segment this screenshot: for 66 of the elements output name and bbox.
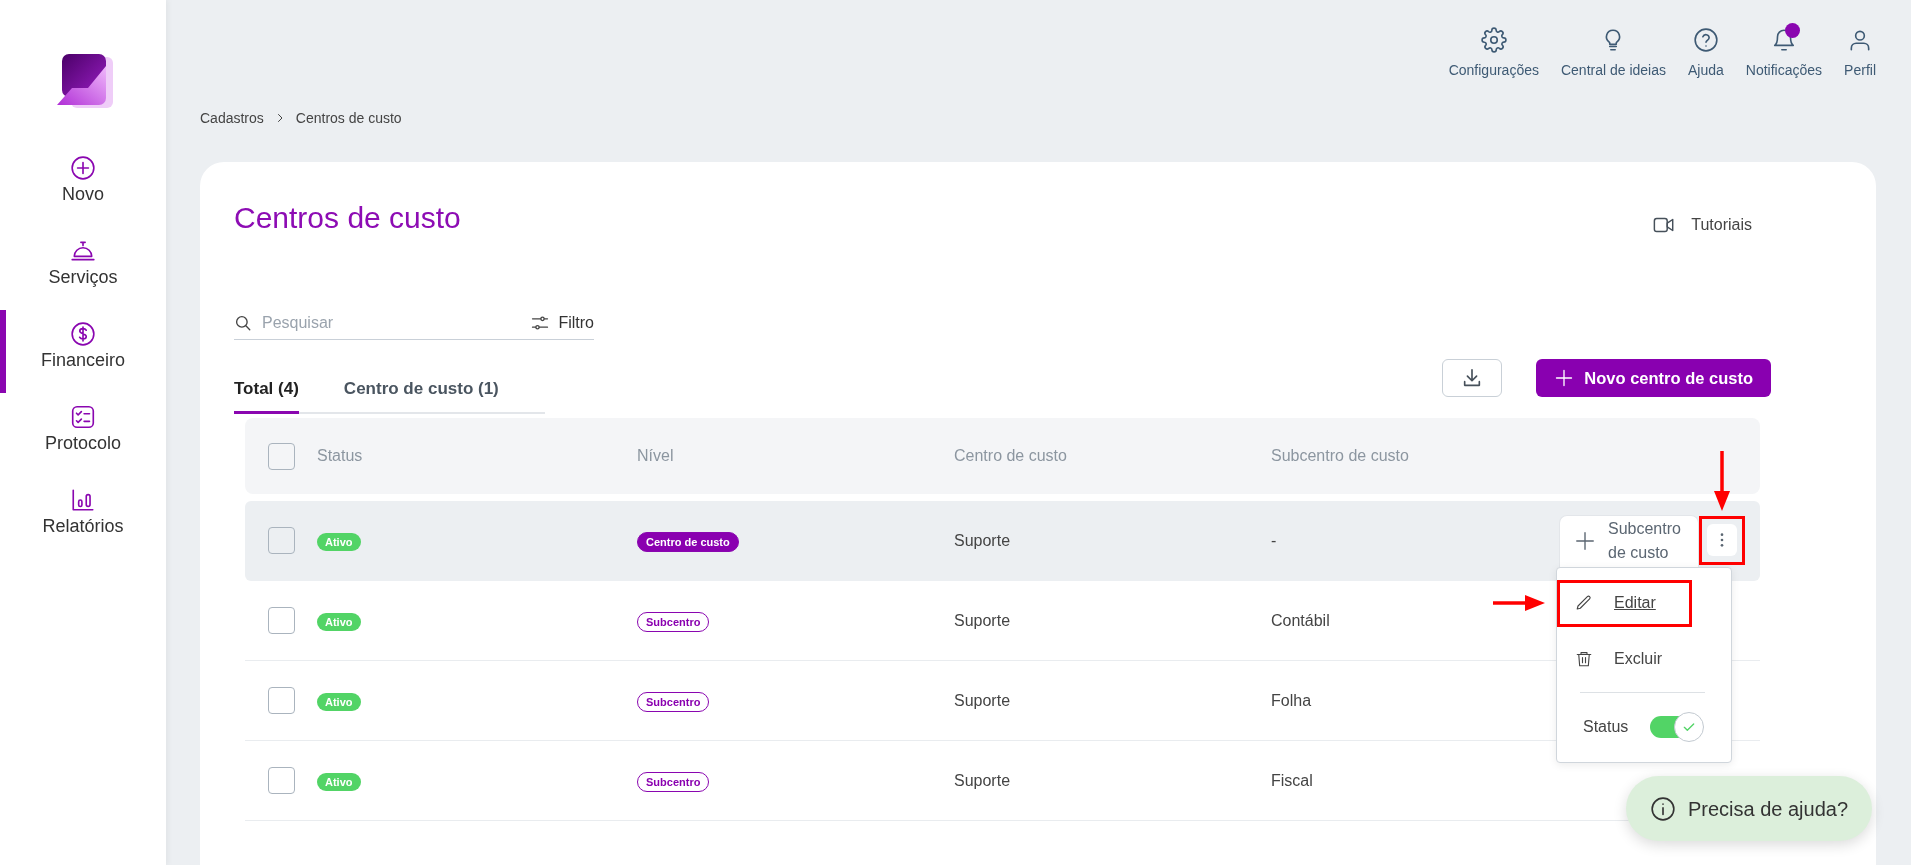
more-button[interactable] (1707, 524, 1737, 556)
row-checkbox[interactable] (268, 607, 295, 634)
level-tag: Subcentro (637, 611, 710, 632)
help-icon (1692, 27, 1719, 53)
toolbar-button[interactable]: Ajuda (1688, 27, 1724, 79)
search-icon (234, 313, 252, 332)
logo (57, 54, 113, 108)
breadcrumb-link[interactable]: Cadastros (200, 107, 264, 129)
level-tag: Centro de custo (637, 531, 739, 552)
level-tag: Subcentro (637, 771, 710, 792)
status-tag: Ativo (317, 692, 361, 711)
sidebar-item[interactable]: Novo (0, 144, 166, 227)
tab[interactable]: Centro de custo (1) (343, 379, 499, 414)
toolbar-button[interactable]: Configurações (1448, 27, 1539, 79)
toolbar-button[interactable]: Central de ideias (1560, 27, 1666, 79)
toolbar-button[interactable]: Perfil (1844, 27, 1876, 79)
status-tag: Ativo (317, 772, 361, 791)
select-all-checkbox[interactable] (268, 442, 295, 470)
breadcrumb-current: Centros de custo (295, 108, 402, 128)
tutorials-link[interactable]: Tutoriais (1649, 213, 1752, 237)
row-checkbox[interactable] (268, 687, 295, 714)
sidebar-item[interactable]: Relatórios (0, 476, 166, 559)
menu-item[interactable]: Excluir (1560, 638, 1689, 680)
settings-icon (1480, 27, 1507, 53)
status-toggle[interactable] (1650, 711, 1705, 742)
new-cost-center-button[interactable]: Novo centro de custo (1536, 359, 1771, 397)
tab[interactable]: Total (4) (234, 379, 299, 414)
row-checkbox[interactable] (268, 767, 295, 794)
row-checkbox[interactable] (268, 527, 295, 554)
annotation-arrow (1712, 450, 1732, 511)
table-cell-text: - (1271, 530, 1278, 551)
plus-icon (1574, 530, 1596, 552)
add-subcenter-button[interactable]: Subcentro de custo (1559, 514, 1699, 567)
table-cell-text: Contábil (1271, 610, 1331, 631)
table-cell-text: Fiscal (1271, 770, 1314, 791)
page-title: Centros de custo (234, 200, 461, 236)
checklist-icon (70, 404, 96, 430)
table-cell-text: Suporte (954, 530, 1012, 551)
filter-button[interactable]: Filtro (530, 310, 594, 335)
help-button[interactable]: Precisa de ajuda? (1625, 776, 1872, 841)
plus-icon (1554, 368, 1575, 388)
table-cell-text: Suporte (954, 770, 1012, 791)
status-label: Status (1583, 716, 1629, 737)
status-tag: Ativo (317, 532, 361, 551)
trash-icon (1575, 650, 1593, 668)
dollar-icon (70, 321, 96, 347)
sidebar-item[interactable]: Protocolo (0, 393, 166, 476)
column-header: Centro de custo (954, 446, 1068, 466)
table-cell-text: Suporte (954, 610, 1012, 631)
column-header: Status (317, 446, 364, 466)
download-button[interactable] (1442, 359, 1503, 397)
table-cell-text: Folha (1271, 690, 1313, 711)
menu-item[interactable]: Editar (1560, 582, 1689, 624)
column-header: Nível (637, 446, 675, 466)
table-cell-text: Suporte (954, 690, 1012, 711)
pencil-icon (1575, 594, 1593, 612)
add-circle-icon (70, 155, 96, 181)
status-tag: Ativo (317, 612, 361, 631)
sidebar-item[interactable]: Serviços (0, 227, 166, 310)
bar-chart-icon (70, 487, 96, 513)
search-field[interactable]: Pesquisar (252, 309, 531, 336)
level-tag: Subcentro (637, 691, 710, 712)
annotation-arrow (1493, 592, 1545, 613)
toolbar-button[interactable]: Notificações (1745, 27, 1823, 79)
column-header: Subcentro de custo (1271, 446, 1410, 466)
info-icon (1649, 795, 1676, 822)
